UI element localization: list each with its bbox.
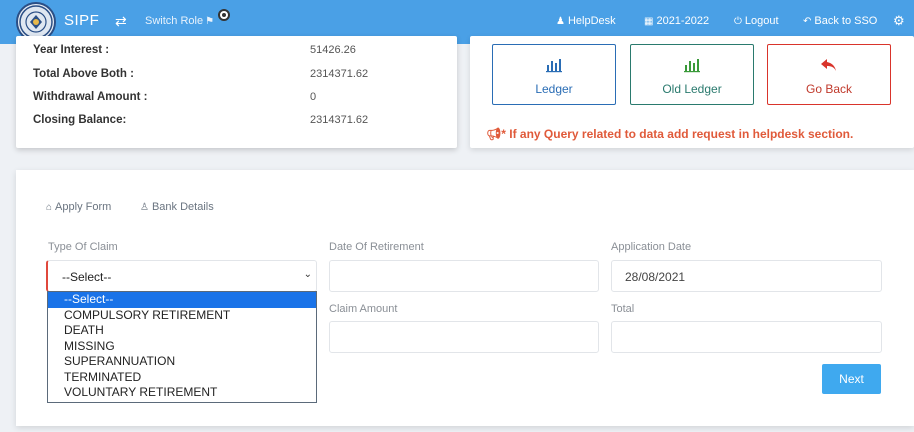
bullhorn-icon: 📢︎: [486, 127, 502, 141]
application-date-label: Application Date: [611, 241, 692, 253]
closing-balance-label: Closing Balance:: [33, 114, 127, 126]
brand-title: SIPF: [64, 12, 100, 29]
logout-label: Logout: [744, 15, 779, 27]
dropdown-option[interactable]: MISSING: [48, 339, 316, 355]
dropdown-option[interactable]: --Select--: [48, 292, 316, 308]
claim-amount-label: Claim Amount: [329, 303, 398, 315]
application-date-input[interactable]: 28/08/2021: [611, 260, 882, 292]
power-icon: ⏻: [734, 16, 742, 27]
total-input[interactable]: [611, 321, 882, 353]
old-ledger-button[interactable]: Old Ledger: [630, 44, 754, 105]
withdrawal-amount-label: Withdrawal Amount :: [33, 91, 148, 103]
claim-amount-input[interactable]: [329, 321, 599, 353]
mouse-cursor-icon: [218, 9, 230, 21]
withdrawal-amount-value: 0: [310, 91, 317, 103]
go-back-label: Go Back: [805, 82, 853, 96]
type-of-claim-select[interactable]: --Select-- ⌄: [46, 260, 317, 292]
bar-chart-icon: [631, 57, 753, 77]
switch-role-label: Switch Role: [145, 15, 204, 27]
closing-balance-value: 2314371.62: [310, 114, 369, 126]
old-ledger-label: Old Ledger: [662, 82, 722, 96]
actions-card: Ledger Old Ledger Go Back 📢︎* If any Que…: [470, 36, 914, 148]
user-icon: ♟: [556, 16, 565, 27]
dropdown-option[interactable]: COMPULSORY RETIREMENT: [48, 308, 316, 324]
dropdown-option[interactable]: SUPERANNUATION: [48, 354, 316, 370]
bar-chart-icon: [493, 57, 615, 77]
year-label: 2021-2022: [656, 15, 710, 27]
claim-form-card: ⌂ Apply Form ♙ Bank Details Type Of Claim …: [16, 170, 914, 426]
home-icon: ⌂: [46, 202, 53, 213]
reply-icon: ↶: [803, 16, 812, 27]
balance-summary-card: Year Interest : 51426.26 Total Above Bot…: [16, 36, 457, 148]
switch-role-link[interactable]: Switch Role ⚑: [145, 15, 214, 27]
total-above-both-label: Total Above Both :: [33, 68, 134, 80]
tab-apply-form-label: Apply Form: [55, 201, 112, 213]
type-of-claim-value: --Select--: [62, 270, 112, 284]
gear-icon[interactable]: ⚙: [893, 13, 905, 29]
year-link[interactable]: ▦ 2021-2022: [644, 15, 709, 27]
tab-apply-form[interactable]: ⌂ Apply Form: [46, 201, 111, 213]
total-above-both-value: 2314371.62: [310, 68, 369, 80]
tab-bank-details-label: Bank Details: [151, 201, 214, 213]
claim-type-dropdown[interactable]: --Select-- COMPULSORY RETIREMENT DEATH M…: [47, 291, 317, 403]
dropdown-option[interactable]: VOLUNTARY RETIREMENT: [48, 385, 316, 401]
helpdesk-notice: 📢︎* If any Query related to data add req…: [486, 127, 853, 141]
date-of-retirement-input[interactable]: [329, 260, 599, 292]
type-of-claim-label: Type Of Claim: [48, 241, 118, 253]
dropdown-option[interactable]: DEATH: [48, 323, 316, 339]
date-of-retirement-label: Date Of Retirement: [329, 241, 424, 253]
helpdesk-link[interactable]: ♟ HelpDesk: [556, 15, 616, 27]
logout-link[interactable]: ⏻ Logout: [734, 15, 779, 27]
total-label: Total: [611, 303, 635, 315]
flag-icon: ⚑: [205, 16, 215, 27]
ledger-label: Ledger: [535, 82, 573, 96]
ledger-button[interactable]: Ledger: [492, 44, 616, 105]
dropdown-option[interactable]: TERMINATED: [48, 370, 316, 386]
back-to-sso-link[interactable]: ↶ Back to SSO: [803, 15, 877, 27]
year-interest-value: 51426.26: [310, 44, 356, 56]
user-icon: ♙: [140, 202, 149, 213]
next-button[interactable]: Next: [822, 364, 881, 394]
go-back-button[interactable]: Go Back: [767, 44, 891, 105]
reply-all-icon: [768, 57, 890, 77]
year-interest-label: Year Interest :: [33, 44, 110, 56]
calendar-icon: ▦: [644, 16, 654, 27]
tab-bank-details[interactable]: ♙ Bank Details: [140, 201, 214, 213]
back-to-sso-label: Back to SSO: [814, 15, 878, 27]
exchange-icon[interactable]: ⇄: [115, 13, 127, 30]
helpdesk-label: HelpDesk: [567, 15, 616, 27]
helpdesk-notice-text: * If any Query related to data add reque…: [501, 127, 854, 141]
chevron-down-icon: ⌄: [303, 269, 312, 280]
